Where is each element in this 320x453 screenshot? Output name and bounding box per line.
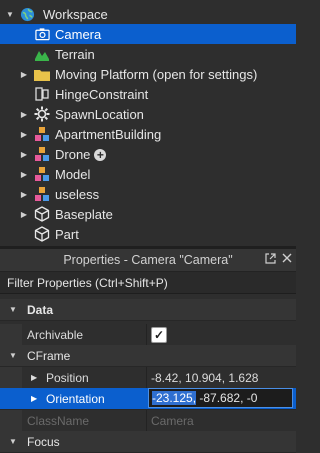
property-name: Position — [46, 370, 89, 385]
category-data[interactable]: ▼ Data — [0, 299, 296, 321]
category-label: Data — [27, 302, 54, 317]
collapse-arrow-icon[interactable]: ▼ — [5, 4, 15, 24]
explorer-item-useless[interactable]: ▶ useless — [0, 184, 296, 204]
part-icon — [34, 206, 50, 222]
explorer-item-terrain[interactable]: Terrain — [0, 44, 296, 64]
workspace-label: Workspace — [43, 6, 108, 22]
workspace-row[interactable]: ▼ Workspace — [0, 4, 296, 24]
terrain-icon — [34, 46, 50, 62]
collapse-arrow-icon[interactable]: ▼ — [9, 351, 17, 360]
properties-panel: Properties - Camera "Camera" Filter Prop… — [0, 249, 296, 453]
model-icon — [34, 186, 50, 202]
unselected-text: -87.682, -0 — [196, 391, 258, 405]
expand-arrow-icon[interactable]: ▶ — [19, 124, 29, 144]
expand-arrow-icon[interactable]: ▶ — [31, 373, 37, 382]
expand-arrow-icon[interactable]: ▶ — [19, 104, 29, 124]
spawn-location-icon — [34, 106, 50, 122]
model-icon — [34, 166, 50, 182]
collapse-arrow-icon[interactable]: ▼ — [9, 437, 17, 446]
explorer-item-drone[interactable]: ▶ Drone + — [0, 144, 296, 164]
explorer-item-label: SpawnLocation — [55, 106, 144, 122]
selected-text: -23.125, — [152, 391, 197, 405]
model-icon — [34, 126, 50, 142]
explorer-item-spawnlocation[interactable]: ▶ SpawnLocation — [0, 104, 296, 124]
property-orientation[interactable]: ▶ Orientation -23.125, -87.682, -0 — [0, 388, 296, 410]
explorer-item-label: ApartmentBuilding — [55, 126, 162, 142]
camera-icon — [34, 26, 50, 42]
explorer-item-label: useless — [55, 186, 100, 202]
property-classname[interactable]: ClassName Camera — [0, 410, 296, 432]
category-cframe[interactable]: ▼ CFrame — [0, 345, 296, 367]
explorer-item-label: Terrain — [55, 46, 95, 62]
explorer-item-label: Part — [55, 226, 79, 242]
explorer-item-label: Camera — [55, 26, 102, 42]
workspace-globe-icon — [19, 6, 35, 22]
expand-arrow-icon[interactable]: ▶ — [19, 144, 29, 164]
properties-title: Properties - Camera "Camera" — [63, 253, 233, 267]
property-name: ClassName — [27, 413, 90, 428]
close-icon[interactable] — [282, 253, 292, 267]
explorer-item-baseplate[interactable]: ▶ Baseplate — [0, 204, 296, 224]
property-name: Orientation — [46, 391, 105, 406]
explorer-item-hingeconstraint[interactable]: HingeConstraint — [0, 84, 296, 104]
explorer-item-label: Moving Platform (open for settings) — [55, 66, 258, 82]
property-name: Archivable — [27, 327, 84, 342]
explorer-item-part[interactable]: Part — [0, 224, 296, 244]
explorer-item-apartmentbuilding[interactable]: ▶ ApartmentBuilding — [0, 124, 296, 144]
explorer-item-label: Model — [55, 166, 91, 182]
explorer-item-model[interactable]: ▶ Model — [0, 164, 296, 184]
category-label: Focus — [27, 434, 60, 449]
orientation-value-input[interactable]: -23.125, -87.682, -0 — [148, 388, 293, 408]
properties-title-bar: Properties - Camera "Camera" — [0, 249, 296, 272]
category-focus[interactable]: ▼ Focus — [0, 431, 296, 453]
filter-properties-input[interactable]: Filter Properties (Ctrl+Shift+P) — [0, 272, 296, 294]
collapse-arrow-icon[interactable]: ▼ — [9, 305, 17, 314]
property-value: Camera — [151, 413, 194, 428]
expand-arrow-icon[interactable]: ▶ — [19, 164, 29, 184]
popout-icon[interactable] — [265, 253, 276, 267]
archivable-checkbox[interactable]: ✓ — [151, 327, 167, 343]
property-value[interactable]: -8.42, 10.904, 1.628 — [151, 371, 258, 385]
property-position[interactable]: ▶ Position -8.42, 10.904, 1.628 — [0, 367, 296, 389]
expand-arrow-icon[interactable]: ▶ — [19, 64, 29, 84]
folder-icon — [34, 66, 50, 82]
part-icon — [34, 226, 50, 242]
expand-arrow-icon[interactable]: ▶ — [19, 204, 29, 224]
explorer-item-label: HingeConstraint — [55, 86, 149, 102]
expand-arrow-icon[interactable]: ▶ — [19, 184, 29, 204]
explorer-panel: ▼ Workspace Camera Terrain ▶ Moving Plat… — [0, 0, 296, 246]
add-object-icon[interactable]: + — [94, 149, 107, 162]
category-label: CFrame — [27, 348, 71, 363]
filter-placeholder: Filter Properties (Ctrl+Shift+P) — [7, 275, 168, 290]
expand-arrow-icon[interactable]: ▶ — [31, 394, 37, 403]
explorer-item-label: Drone + — [55, 147, 107, 162]
explorer-item-label: Baseplate — [55, 206, 113, 222]
model-icon — [34, 146, 50, 162]
explorer-item-moving-platform[interactable]: ▶ Moving Platform (open for settings) — [0, 64, 296, 84]
property-archivable[interactable]: Archivable ✓ — [0, 324, 296, 346]
hinge-constraint-icon — [34, 86, 50, 102]
explorer-item-camera[interactable]: Camera — [0, 24, 296, 44]
